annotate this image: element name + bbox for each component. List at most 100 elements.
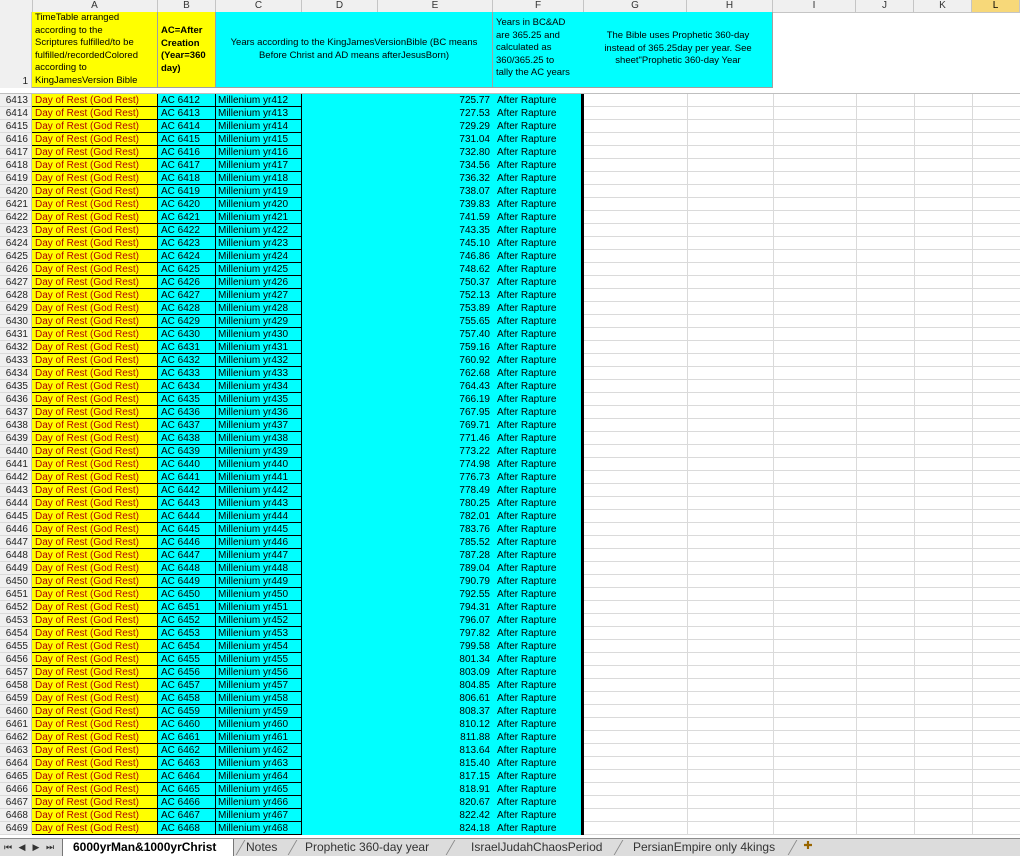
cell-c-millenium-year[interactable]: Millenium yr458 <box>216 692 302 705</box>
cell-b-ac-year[interactable]: AC 6413 <box>158 107 216 120</box>
cell-f-note[interactable]: After Rapture <box>493 120 581 133</box>
cell-e-years[interactable]: 755.65 <box>302 315 493 328</box>
cell-c-millenium-year[interactable]: Millenium yr425 <box>216 263 302 276</box>
cell-e-years[interactable]: 789.04 <box>302 562 493 575</box>
cell-e-years[interactable]: 785.52 <box>302 536 493 549</box>
cell-c-millenium-year[interactable]: Millenium yr424 <box>216 250 302 263</box>
cell-e-years[interactable]: 764.43 <box>302 380 493 393</box>
cell-e-years[interactable]: 806.61 <box>302 692 493 705</box>
cell-e-years[interactable]: 767.95 <box>302 406 493 419</box>
cell-a-period[interactable]: Day of Rest (God Rest) <box>32 380 158 393</box>
cell-e-years[interactable]: 808.37 <box>302 705 493 718</box>
cell-a-period[interactable]: Day of Rest (God Rest) <box>32 367 158 380</box>
empty-cells[interactable] <box>584 588 1020 601</box>
column-header-a[interactable]: A <box>32 0 158 12</box>
cell-a-period[interactable]: Day of Rest (God Rest) <box>32 133 158 146</box>
cell-b-ac-year[interactable]: AC 6423 <box>158 237 216 250</box>
cell-b-ac-year[interactable]: AC 6444 <box>158 510 216 523</box>
cell-a-period[interactable]: Day of Rest (God Rest) <box>32 705 158 718</box>
cell-e-years[interactable]: 817.15 <box>302 770 493 783</box>
cell-f-note[interactable]: After Rapture <box>493 718 581 731</box>
cell-c-millenium-year[interactable]: Millenium yr416 <box>216 146 302 159</box>
cell-e-years[interactable]: 736.32 <box>302 172 493 185</box>
cell-f-note[interactable]: After Rapture <box>493 692 581 705</box>
cell-e-years[interactable]: 769.71 <box>302 419 493 432</box>
cell-c-millenium-year[interactable]: Millenium yr415 <box>216 133 302 146</box>
cell-b-ac-year[interactable]: AC 6450 <box>158 588 216 601</box>
cell-f-note[interactable]: After Rapture <box>493 315 581 328</box>
empty-cells[interactable] <box>584 471 1020 484</box>
cell-e-years[interactable]: 729.29 <box>302 120 493 133</box>
empty-cells[interactable] <box>584 159 1020 172</box>
cell-a-period[interactable]: Day of Rest (God Rest) <box>32 94 158 107</box>
empty-cells[interactable] <box>584 679 1020 692</box>
cell-a-period[interactable]: Day of Rest (God Rest) <box>32 406 158 419</box>
cell-e-years[interactable]: 810.12 <box>302 718 493 731</box>
cell-a-period[interactable]: Day of Rest (God Rest) <box>32 159 158 172</box>
empty-cells[interactable] <box>584 146 1020 159</box>
cell-f-note[interactable]: After Rapture <box>493 757 581 770</box>
cell-e-years[interactable]: 750.37 <box>302 276 493 289</box>
cell-b-ac-year[interactable]: AC 6446 <box>158 536 216 549</box>
cell-a-period[interactable]: Day of Rest (God Rest) <box>32 588 158 601</box>
column-header-l[interactable]: L <box>972 0 1020 12</box>
empty-cells[interactable] <box>584 796 1020 809</box>
cell-c-millenium-year[interactable]: Millenium yr426 <box>216 276 302 289</box>
empty-cells[interactable] <box>584 640 1020 653</box>
cell-a-period[interactable]: Day of Rest (God Rest) <box>32 341 158 354</box>
empty-cells[interactable] <box>584 601 1020 614</box>
cell-a-period[interactable]: Day of Rest (God Rest) <box>32 419 158 432</box>
cell-f-note[interactable]: After Rapture <box>493 211 581 224</box>
cell-a-period[interactable]: Day of Rest (God Rest) <box>32 744 158 757</box>
cell-e-years[interactable]: 792.55 <box>302 588 493 601</box>
cell-b-ac-year[interactable]: AC 6447 <box>158 549 216 562</box>
cell-f-note[interactable]: After Rapture <box>493 276 581 289</box>
cell-c-millenium-year[interactable]: Millenium yr423 <box>216 237 302 250</box>
cell-f-note[interactable]: After Rapture <box>493 549 581 562</box>
header-cell-b[interactable]: AC=After Creation (Year=360 day) <box>158 12 216 88</box>
cell-e-years[interactable]: 732.80 <box>302 146 493 159</box>
cell-a-period[interactable]: Day of Rest (God Rest) <box>32 822 158 835</box>
cell-b-ac-year[interactable]: AC 6461 <box>158 731 216 744</box>
header-cell-c-to-e[interactable]: Years according to the KingJamesVersionB… <box>216 12 493 88</box>
empty-cells[interactable] <box>584 731 1020 744</box>
empty-cells[interactable] <box>584 328 1020 341</box>
cell-a-period[interactable]: Day of Rest (God Rest) <box>32 432 158 445</box>
empty-cells[interactable] <box>584 380 1020 393</box>
cell-a-period[interactable]: Day of Rest (God Rest) <box>32 172 158 185</box>
cell-b-ac-year[interactable]: AC 6449 <box>158 575 216 588</box>
cell-c-millenium-year[interactable]: Millenium yr438 <box>216 432 302 445</box>
cell-b-ac-year[interactable]: AC 6414 <box>158 120 216 133</box>
insert-sheet-icon[interactable]: ✚ <box>800 840 816 853</box>
cell-f-note[interactable]: After Rapture <box>493 367 581 380</box>
empty-cells[interactable] <box>584 393 1020 406</box>
column-header-d[interactable]: D <box>302 0 378 12</box>
cell-f-note[interactable]: After Rapture <box>493 224 581 237</box>
empty-cells[interactable] <box>584 445 1020 458</box>
column-header-c[interactable]: C <box>216 0 302 12</box>
cell-c-millenium-year[interactable]: Millenium yr456 <box>216 666 302 679</box>
column-header-i[interactable]: I <box>773 0 856 12</box>
cell-f-note[interactable]: After Rapture <box>493 822 581 835</box>
cell-c-millenium-year[interactable]: Millenium yr450 <box>216 588 302 601</box>
cell-f-note[interactable]: After Rapture <box>493 731 581 744</box>
cell-a-period[interactable]: Day of Rest (God Rest) <box>32 718 158 731</box>
column-header-b[interactable]: B <box>158 0 216 12</box>
cell-e-years[interactable]: 778.49 <box>302 484 493 497</box>
empty-cells[interactable] <box>584 718 1020 731</box>
cell-c-millenium-year[interactable]: Millenium yr468 <box>216 822 302 835</box>
cell-e-years[interactable]: 762.68 <box>302 367 493 380</box>
empty-cells[interactable] <box>584 198 1020 211</box>
cell-f-note[interactable]: After Rapture <box>493 705 581 718</box>
cell-b-ac-year[interactable]: AC 6426 <box>158 276 216 289</box>
cell-f-note[interactable]: After Rapture <box>493 523 581 536</box>
cell-f-note[interactable]: After Rapture <box>493 575 581 588</box>
cell-b-ac-year[interactable]: AC 6431 <box>158 341 216 354</box>
cell-c-millenium-year[interactable]: Millenium yr442 <box>216 484 302 497</box>
cell-f-note[interactable]: After Rapture <box>493 627 581 640</box>
cell-b-ac-year[interactable]: AC 6440 <box>158 458 216 471</box>
cell-e-years[interactable]: 780.25 <box>302 497 493 510</box>
cell-b-ac-year[interactable]: AC 6466 <box>158 796 216 809</box>
cell-c-millenium-year[interactable]: Millenium yr445 <box>216 523 302 536</box>
empty-cells[interactable] <box>584 575 1020 588</box>
